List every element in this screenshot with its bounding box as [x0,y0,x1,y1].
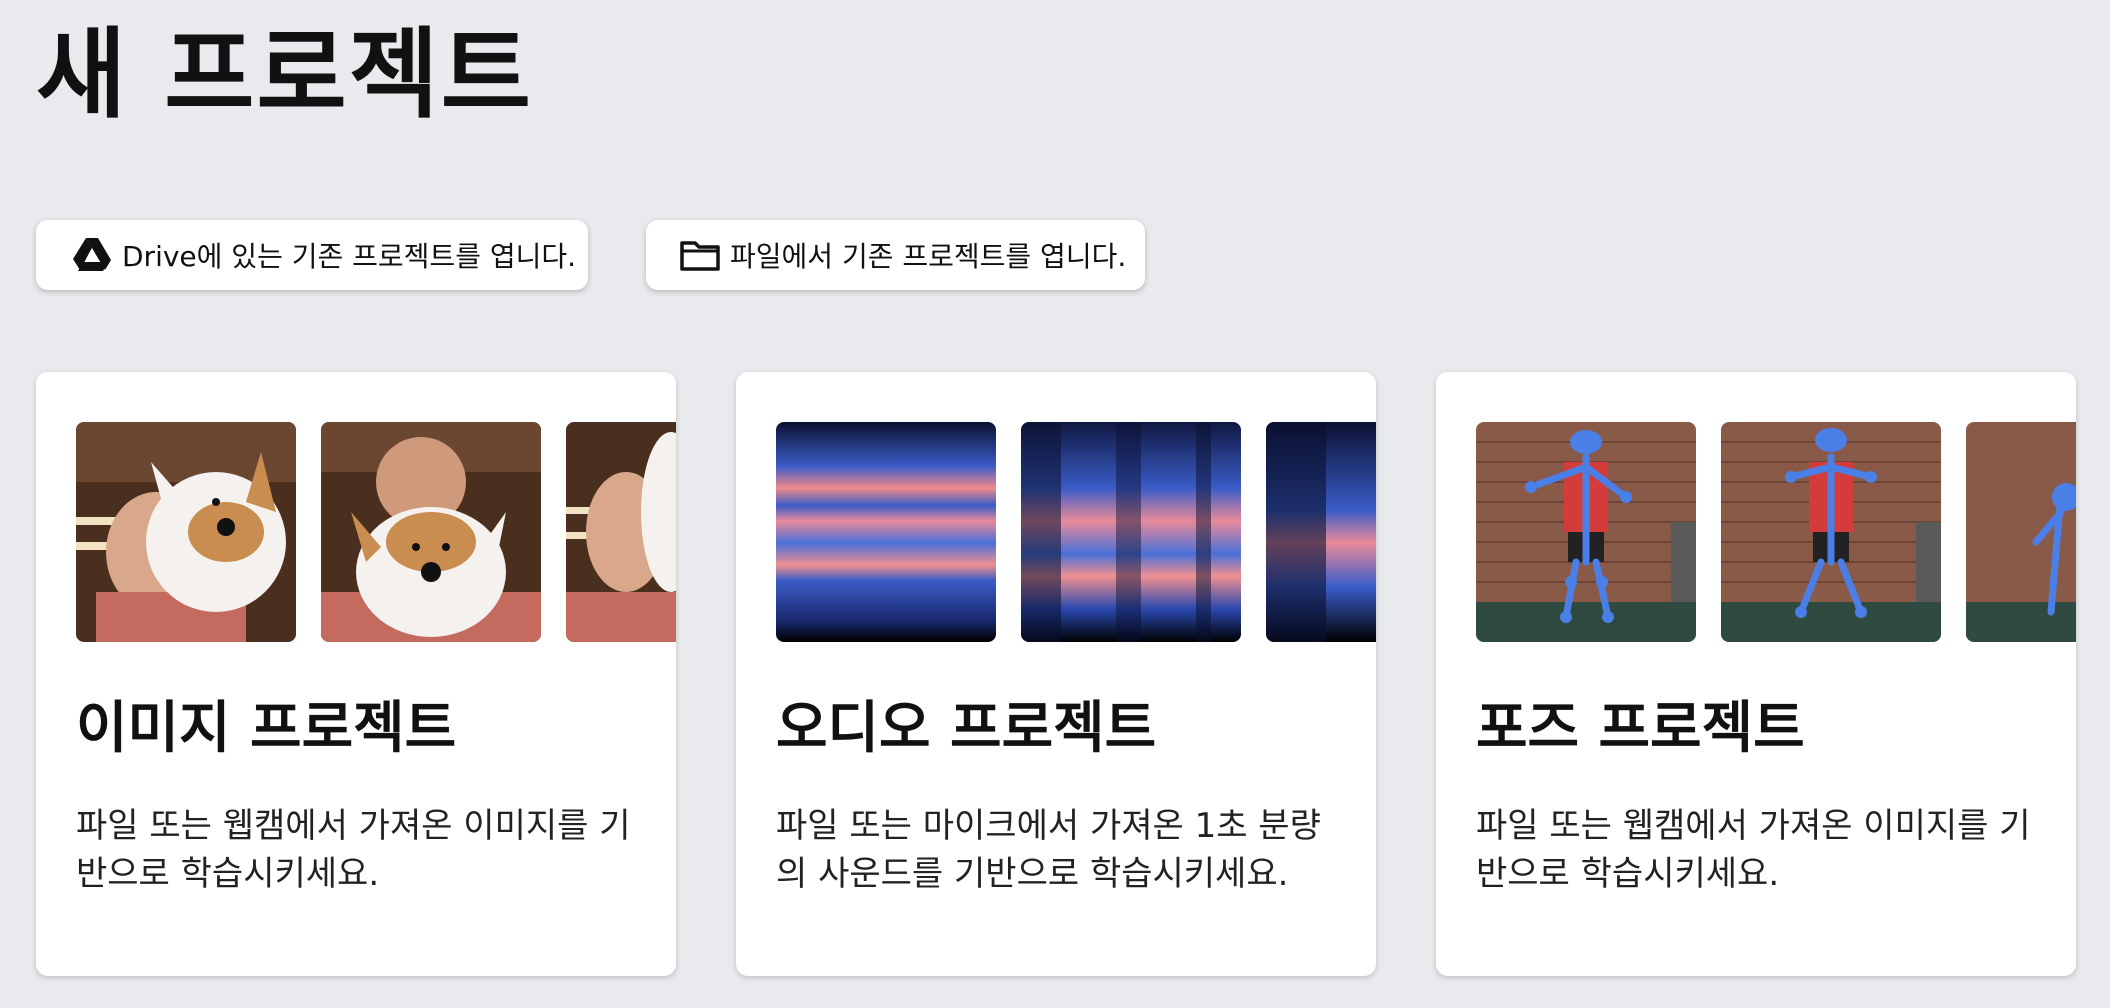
image-sample-thumbnail [566,422,676,642]
page-title: 새 프로젝트 [36,18,533,132]
pose-sample-thumbnail [1476,422,1696,642]
spectrogram-thumbnail [1021,422,1241,642]
image-project-title: 이미지 프로젝트 [76,696,457,761]
pose-project-title: 포즈 프로젝트 [1476,696,1805,761]
folder-icon [680,235,720,275]
image-sample-thumbnail [76,422,296,642]
open-from-file-label: 파일에서 기존 프로젝트를 엽니다. [730,240,1127,273]
audio-project-card[interactable]: 오디오 프로젝트 파일 또는 마이크에서 가져온 1초 분량의 사운드를 기반으… [736,372,1376,976]
audio-project-title: 오디오 프로젝트 [776,696,1157,761]
google-drive-icon [72,235,112,275]
pose-project-thumbnails [1476,422,2076,642]
pose-project-description: 파일 또는 웹캠에서 가져온 이미지를 기반으로 학습시키세요. [1476,806,2031,894]
pose-project-card[interactable]: 포즈 프로젝트 파일 또는 웹캠에서 가져온 이미지를 기반으로 학습시키세요. [1436,372,2076,976]
pose-sample-thumbnail [1721,422,1941,642]
image-project-thumbnails [76,422,676,642]
spectrogram-thumbnail [1266,422,1376,642]
image-sample-thumbnail [321,422,541,642]
open-from-file-button[interactable]: 파일에서 기존 프로젝트를 엽니다. [646,220,1145,290]
audio-project-thumbnails [776,422,1376,642]
image-project-description: 파일 또는 웹캠에서 가져온 이미지를 기반으로 학습시키세요. [76,806,631,894]
open-from-drive-label: Drive에 있는 기존 프로젝트를 엽니다. [122,240,577,273]
pose-sample-thumbnail [1966,422,2076,642]
audio-project-description: 파일 또는 마이크에서 가져온 1초 분량의 사운드를 기반으로 학습시키세요. [776,806,1321,894]
image-project-card[interactable]: 이미지 프로젝트 파일 또는 웹캠에서 가져온 이미지를 기반으로 학습시키세요… [36,372,676,976]
spectrogram-thumbnail [776,422,996,642]
open-from-drive-button[interactable]: Drive에 있는 기존 프로젝트를 엽니다. [36,220,588,290]
